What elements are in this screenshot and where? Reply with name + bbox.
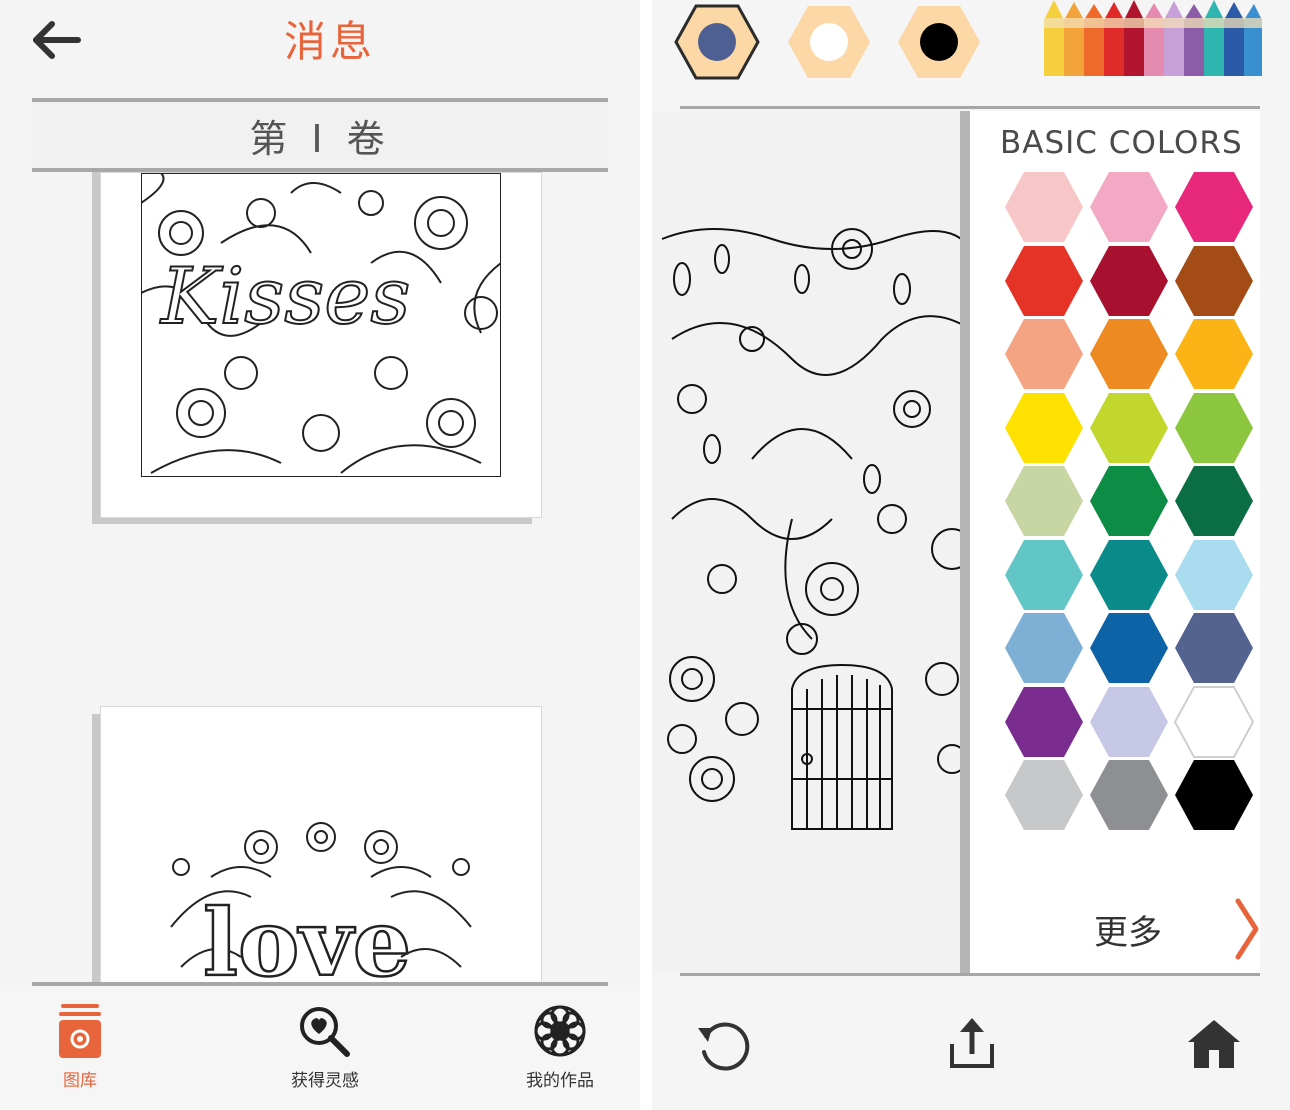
color-swatch-fill — [1175, 393, 1253, 463]
color-swatch-fill — [1175, 760, 1253, 830]
color-swatch-fill — [1090, 393, 1168, 463]
swatch-dot — [920, 23, 958, 61]
color-swatch[interactable] — [1089, 318, 1169, 390]
palette-title: BASIC COLORS — [1000, 125, 1243, 161]
color-swatch[interactable] — [1004, 612, 1084, 684]
color-swatch[interactable] — [1004, 171, 1084, 243]
color-swatch[interactable] — [1089, 539, 1169, 611]
color-swatch-fill — [1005, 466, 1083, 536]
color-swatch[interactable] — [1174, 465, 1254, 537]
color-swatch-fill — [1090, 246, 1168, 316]
tab-inspiration[interactable]: 获得灵感 — [245, 998, 405, 1098]
recent-color-swatch[interactable] — [674, 4, 760, 80]
share-icon[interactable] — [942, 1014, 1002, 1074]
color-swatch[interactable] — [1174, 759, 1254, 831]
color-swatch[interactable] — [1004, 318, 1084, 390]
volume-label: 第 I 卷 — [249, 117, 391, 161]
color-swatch[interactable] — [1174, 245, 1254, 317]
color-swatch-fill — [1090, 466, 1168, 536]
color-swatch[interactable] — [1174, 539, 1254, 611]
color-swatch-fill — [1090, 760, 1168, 830]
color-swatch[interactable] — [1089, 465, 1169, 537]
color-swatch[interactable] — [1089, 686, 1169, 758]
color-swatch-fill — [1175, 319, 1253, 389]
tab-label: 图库 — [63, 1071, 97, 1091]
color-swatch-fill — [1175, 466, 1253, 536]
coloring-page-card[interactable]: Kisses — [100, 172, 542, 518]
palette-divider — [960, 111, 970, 973]
color-swatch-fill — [1090, 687, 1168, 757]
page-title: 消息 — [283, 17, 376, 66]
color-swatch-fill — [1175, 172, 1253, 242]
card-shadow — [92, 714, 100, 984]
tab-label: 我的作品 — [526, 1071, 594, 1091]
tab-label: 获得灵感 — [291, 1071, 359, 1091]
color-swatch-fill — [1175, 540, 1253, 610]
card-art-text: love — [203, 889, 411, 985]
color-swatch-fill — [1005, 760, 1083, 830]
color-swatch-fill — [1090, 319, 1168, 389]
tab-gallery[interactable]: 图库 — [0, 998, 160, 1098]
color-swatch[interactable] — [1004, 465, 1084, 537]
coloring-page-card[interactable]: love — [100, 706, 542, 986]
inspiration-search-icon — [300, 1007, 350, 1057]
color-swatch[interactable] — [1174, 686, 1254, 758]
color-swatch[interactable] — [1174, 171, 1254, 243]
recent-color-swatch[interactable] — [786, 4, 872, 80]
coloring-canvas[interactable] — [652, 111, 970, 973]
my-works-flower-icon — [534, 1005, 586, 1057]
color-swatch[interactable] — [1004, 245, 1084, 317]
more-colors-button[interactable]: 更多 — [1094, 905, 1162, 954]
toolbar-divider — [680, 106, 1260, 109]
color-swatch-fill — [1005, 393, 1083, 463]
color-swatch[interactable] — [1004, 759, 1084, 831]
color-swatch-fill — [1175, 613, 1253, 683]
card-shadow — [92, 172, 100, 524]
color-swatch[interactable] — [1089, 759, 1169, 831]
color-swatch-fill — [1005, 687, 1083, 757]
kisses-line-art: Kisses — [141, 173, 501, 477]
home-icon[interactable] — [1184, 1014, 1244, 1074]
color-swatch-fill — [1005, 246, 1083, 316]
color-swatch[interactable] — [1089, 612, 1169, 684]
color-swatch-fill — [1090, 613, 1168, 683]
recent-color-swatch[interactable] — [896, 4, 982, 80]
colored-pencils-icon[interactable] — [1042, 0, 1264, 78]
color-swatch-fill — [1175, 246, 1253, 316]
color-swatch[interactable] — [1089, 171, 1169, 243]
card-art-text: Kisses — [159, 252, 410, 342]
color-swatch-fill — [1005, 540, 1083, 610]
color-swatch[interactable] — [1174, 612, 1254, 684]
color-swatch-fill — [1090, 540, 1168, 610]
chevron-right-icon[interactable] — [1232, 897, 1262, 961]
color-swatch[interactable] — [1004, 392, 1084, 464]
gallery-icon — [59, 1004, 101, 1058]
tab-bar: 图库 获得灵感 我的作品 — [0, 986, 640, 1110]
bottom-toolbar — [652, 976, 1290, 1110]
gallery-screen: 消息 第 I 卷 Kisses love 图库 获得灵感 我的作品 — [0, 0, 640, 1110]
color-swatch[interactable] — [1004, 686, 1084, 758]
screen-gap — [640, 0, 652, 1110]
color-swatch[interactable] — [1174, 318, 1254, 390]
color-palette: BASIC COLORS 更多 — [970, 111, 1260, 973]
swatch-dot — [698, 23, 736, 61]
garden-door-line-art — [661, 228, 970, 830]
back-arrow-icon[interactable] — [28, 16, 84, 64]
swatch-dot — [810, 23, 848, 61]
color-swatch-fill — [1005, 172, 1083, 242]
undo-icon[interactable] — [692, 1014, 752, 1074]
love-line-art: love — [151, 817, 491, 985]
color-swatch[interactable] — [1089, 245, 1169, 317]
coloring-screen: BASIC COLORS 更多 — [652, 0, 1290, 1110]
color-swatch[interactable] — [1089, 392, 1169, 464]
color-swatch-fill — [1090, 172, 1168, 242]
color-swatch-fill — [1005, 319, 1083, 389]
color-swatch[interactable] — [1004, 539, 1084, 611]
color-swatch-fill — [1174, 686, 1254, 758]
tab-my-works[interactable]: 我的作品 — [480, 998, 640, 1098]
color-swatch[interactable] — [1174, 392, 1254, 464]
color-swatch-fill — [1005, 613, 1083, 683]
